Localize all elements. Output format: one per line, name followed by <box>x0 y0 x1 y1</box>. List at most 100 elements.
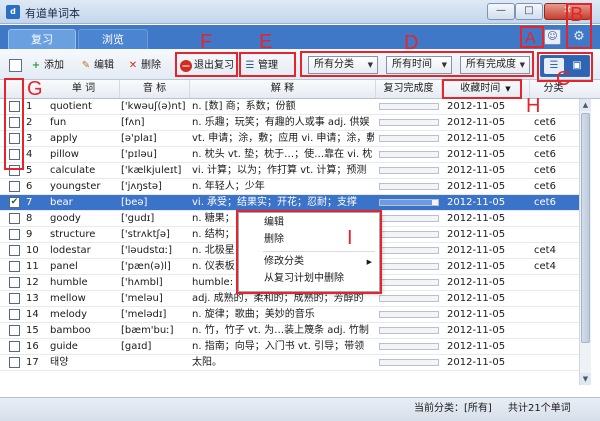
row-category: cet6 <box>534 133 556 144</box>
row-date: 2012-11-05 <box>447 149 506 160</box>
edit-label: 编辑 <box>94 60 114 71</box>
row-number: 10 <box>26 245 39 256</box>
callout-letter-i: I <box>347 227 353 249</box>
row-progress-bar <box>379 311 439 318</box>
row-category <box>534 291 578 306</box>
row-checkbox[interactable] <box>9 277 20 288</box>
row-phonetic: ['kælkjuleɪt] <box>121 165 182 176</box>
table-row[interactable]: 2 fun [fʌn] n. 乐趣；玩笑；有趣的人或事 adj. 供娱 2012-11-… <box>0 115 579 131</box>
row-date: 2012-11-05 <box>447 133 506 144</box>
row-checkbox[interactable] <box>9 229 20 240</box>
row-number: 6 <box>26 181 33 192</box>
row-number: 1 <box>26 101 33 112</box>
row-word: apply <box>50 133 78 144</box>
row-date: 2012-11-05 <box>447 357 506 368</box>
scroll-thumb[interactable] <box>581 113 590 343</box>
row-progress-bar <box>379 167 439 174</box>
window-title: 有道单词本 <box>25 7 80 20</box>
row-category <box>534 355 578 370</box>
row-date: 2012-11-05 <box>447 325 506 336</box>
table-row[interactable]: 17 태양 太阳。 2012-11-05 <box>0 355 579 371</box>
scroll-up-icon[interactable]: ▲ <box>580 99 591 111</box>
row-phonetic: ['strʌktʃə] <box>121 229 170 240</box>
row-checkbox[interactable] <box>9 213 20 224</box>
vertical-scrollbar[interactable]: ▲ ▼ <box>579 99 591 385</box>
row-definition: n. 年轻人；少年 <box>192 181 265 192</box>
row-phonetic: [beə] <box>121 197 148 208</box>
table-row[interactable]: 6 youngster ['jʌŋstə] n. 年轻人；少年 2012-11-05 ce… <box>0 179 579 195</box>
row-progress-bar <box>379 215 439 222</box>
callout-box-checkboxes <box>4 78 24 170</box>
row-category: cet6 <box>534 181 556 192</box>
user-icon[interactable]: ☺ <box>544 29 561 45</box>
add-button[interactable]: + 添加 <box>30 57 64 75</box>
column-header-definition[interactable]: 解 释 <box>190 80 376 98</box>
row-phonetic: ['pɪləu] <box>121 149 157 160</box>
row-category: cet6 <box>534 149 556 160</box>
callout-letter-b: B <box>570 4 584 26</box>
table-row[interactable]: 15 bamboo [bæm'buː] n. 竹，竹子 vt. 为…装上篾条 adj.… <box>0 323 579 339</box>
row-word: melody <box>50 309 88 320</box>
tab-browse[interactable]: 浏览 <box>78 29 148 49</box>
row-progress-bar <box>379 135 439 142</box>
row-date: 2012-11-05 <box>447 341 506 352</box>
row-checkbox[interactable]: ✔ <box>9 197 20 208</box>
row-phonetic: [ə'plaɪ] <box>121 133 157 144</box>
row-number: 9 <box>26 229 33 240</box>
delete-button[interactable]: ✕ 删除 <box>127 57 161 75</box>
scroll-down-icon[interactable]: ▼ <box>580 373 591 385</box>
row-progress-fill <box>380 200 432 205</box>
cross-icon: ✕ <box>128 60 138 71</box>
row-progress-bar <box>379 151 439 158</box>
row-number: 2 <box>26 117 33 128</box>
callout-box-exit-review <box>175 52 238 77</box>
row-checkbox[interactable] <box>9 261 20 272</box>
row-progress-bar <box>379 231 439 238</box>
row-word: 태양 <box>50 357 69 368</box>
callout-letter-a: A <box>525 30 536 47</box>
row-number: 7 <box>26 197 33 208</box>
row-progress-bar <box>379 263 439 270</box>
row-category <box>534 275 578 290</box>
row-checkbox[interactable] <box>9 357 20 368</box>
row-progress-bar <box>379 183 439 190</box>
row-date: 2012-11-05 <box>447 229 506 240</box>
row-number: 11 <box>26 261 39 272</box>
row-number: 16 <box>26 341 39 352</box>
row-checkbox[interactable] <box>9 293 20 304</box>
minimize-button[interactable]: — <box>487 3 515 20</box>
row-checkbox[interactable] <box>9 245 20 256</box>
row-checkbox[interactable] <box>9 181 20 192</box>
row-date: 2012-11-05 <box>447 101 506 112</box>
maximize-button[interactable]: □ <box>515 3 543 20</box>
table-row[interactable]: ✔ 7 bear [beə] vi. 承受；结果实；开花；忍耐；支撑 2012-11-05… <box>0 195 579 211</box>
table-row[interactable]: 16 guide [gaɪd] n. 指南；向导；入门书 vt. 引导；带领 2012-… <box>0 339 579 355</box>
table-row[interactable]: 4 pillow ['pɪləu] n. 枕头 vt. 垫；枕于…；使…靠在 vi. … <box>0 147 579 163</box>
row-word: guide <box>50 341 78 352</box>
row-date: 2012-11-05 <box>447 181 506 192</box>
row-progress-bar <box>379 327 439 334</box>
edit-button[interactable]: ✎ 编辑 <box>80 57 114 75</box>
row-category: cet6 <box>534 117 556 128</box>
row-phonetic: ['kwəuʃ(ə)nt] <box>121 101 186 112</box>
row-progress-bar <box>379 343 439 350</box>
row-word: fun <box>50 117 67 128</box>
column-header-word[interactable]: 单 词 <box>48 80 120 98</box>
table-row[interactable]: 14 melody ['melədɪ] n. 旋律；歌曲；美妙的音乐 2012-11-0… <box>0 307 579 323</box>
delete-label: 删除 <box>141 60 161 71</box>
select-all-checkbox[interactable] <box>9 59 22 72</box>
row-checkbox[interactable] <box>9 325 20 336</box>
row-checkbox[interactable] <box>9 341 20 352</box>
column-header-progress[interactable]: 复习完成度 <box>376 80 442 98</box>
table-row[interactable]: 5 calculate ['kælkjuleɪt] vi. 计算；以为；作打算 vt.… <box>0 163 579 179</box>
tab-review[interactable]: 复习 <box>8 29 76 49</box>
callout-box-sort <box>442 79 522 99</box>
table-row[interactable]: 3 apply [ə'plaɪ] vt. 申请；涂，敷；应用 vi. 申请；涂，敷 20… <box>0 131 579 147</box>
row-phonetic: [bæm'buː] <box>121 325 174 336</box>
row-phonetic: [fʌn] <box>121 117 145 128</box>
row-progress-bar <box>379 279 439 286</box>
table-row[interactable]: 1 quotient ['kwəuʃ(ə)nt] n. [数] 商；系数；份额 2012… <box>0 99 579 115</box>
column-header-phonetic[interactable]: 音 标 <box>120 80 190 98</box>
row-checkbox[interactable] <box>9 309 20 320</box>
row-word: humble <box>50 277 88 288</box>
